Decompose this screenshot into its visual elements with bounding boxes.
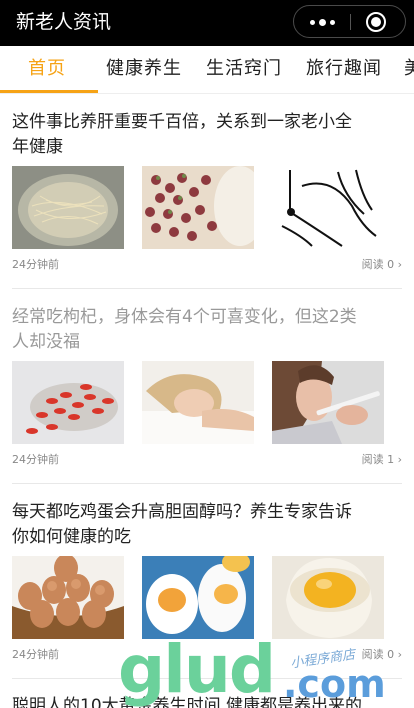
page-title: 新老人资讯 (16, 11, 112, 33)
view-count: 阅读 1 › (361, 453, 402, 466)
boiled-eggs-thumbnail[interactable] (142, 556, 254, 639)
article-title[interactable]: 这件事比养肝重要千百倍，关系到一家老小全 年健康 (12, 110, 404, 160)
view-count: 阅读 0 › (361, 258, 402, 271)
article-title[interactable]: 经常吃枸杞，身体会有4个可喜变化，但这2类 人却没福 (12, 305, 404, 355)
tab-home[interactable]: 首页 (28, 56, 66, 82)
title-bar: 新老人资讯 (0, 0, 414, 46)
sprouts-thumbnail[interactable] (12, 166, 124, 249)
article-meta: 24分钟前 阅读 1 › (12, 451, 402, 467)
sleeping-woman-thumbnail[interactable] (142, 361, 254, 444)
post-time: 24分钟前 (12, 453, 59, 466)
rose-buds-thumbnail[interactable] (142, 166, 254, 249)
capsule-divider (350, 14, 351, 30)
article-meta: 24分钟前 阅读 0 › (12, 256, 402, 272)
watermark: glud .com 小程序商店 (118, 636, 408, 708)
close-miniprogram-icon[interactable] (366, 12, 386, 32)
egg-yolk-thumbnail[interactable] (272, 556, 384, 639)
post-time: 24分钟前 (12, 258, 59, 271)
capsule-menu (293, 5, 406, 38)
active-tab-indicator (0, 90, 98, 93)
tab-health[interactable]: 健康养生 (106, 56, 182, 82)
tab-travel[interactable]: 旅行趣闻 (306, 56, 382, 82)
more-options-icon[interactable] (306, 11, 338, 33)
tab-more[interactable]: 美 (404, 56, 414, 82)
goji-thumbnail[interactable] (12, 361, 124, 444)
egg-basket-thumbnail[interactable] (12, 556, 124, 639)
liver-sketch-thumbnail[interactable] (272, 166, 384, 249)
post-time: 24分钟前 (12, 648, 59, 661)
article-title[interactable]: 每天都吃鸡蛋会升高胆固醇吗？养生专家告诉 你如何健康的吃 (12, 500, 404, 550)
category-tabs: 首页 健康养生 生活窍门 旅行趣闻 美 (0, 46, 414, 94)
tab-life-tips[interactable]: 生活窍门 (206, 56, 282, 82)
thermometer-woman-thumbnail[interactable] (272, 361, 384, 444)
watermark-logo: glud (118, 631, 276, 708)
divider (12, 483, 402, 484)
divider (12, 288, 402, 289)
